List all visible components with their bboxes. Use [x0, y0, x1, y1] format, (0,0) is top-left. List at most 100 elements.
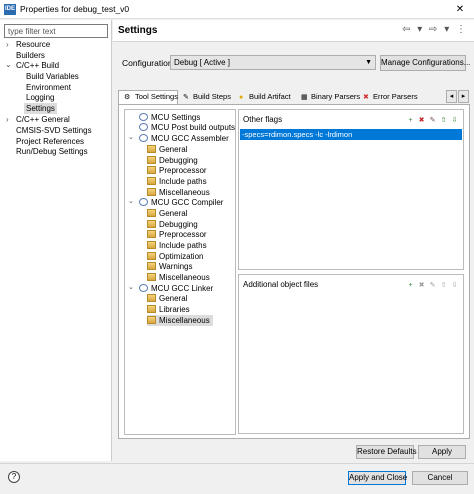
tree-label: Miscellaneous — [159, 188, 210, 197]
tree-item-cc-include-paths[interactable]: Include paths — [147, 240, 207, 251]
add-icon[interactable]: + — [406, 281, 415, 290]
tree-label: Debugging — [159, 156, 198, 165]
expand-general-icon[interactable]: › — [6, 114, 14, 125]
configuration-select[interactable]: Debug [ Active ] ▼ — [170, 55, 376, 70]
nav-item-cpp-general[interactable]: C/C++ General — [14, 114, 72, 125]
option-icon — [147, 156, 156, 164]
tab-tool-settings[interactable]: ⚙ Tool Settings — [118, 90, 178, 105]
tree-label: Include paths — [159, 177, 207, 186]
tree-item-cc-misc[interactable]: Miscellaneous — [147, 272, 210, 283]
nav-item-cpp-build[interactable]: C/C++ Build — [14, 60, 61, 71]
tree-label: Include paths — [159, 241, 207, 250]
build-steps-icon: ✎ — [183, 94, 189, 101]
option-icon — [147, 230, 156, 238]
tool-icon — [139, 198, 148, 206]
tree-label: Miscellaneous — [159, 273, 210, 282]
restore-defaults-button[interactable]: Restore Defaults — [356, 445, 417, 459]
tree-item-asm-include-paths[interactable]: Include paths — [147, 176, 207, 187]
other-flags-toolbar: + ✖ ✎ ⇧ ⇩ — [404, 114, 459, 124]
tree-label: MCU Post build outputs — [151, 123, 236, 132]
option-icon — [147, 294, 156, 302]
edit-icon[interactable]: ✎ — [428, 116, 437, 125]
tree-item-ld-misc[interactable]: Miscellaneous — [147, 315, 213, 326]
build-artifact-icon: ● — [239, 94, 244, 101]
tree-item-cc-general[interactable]: General — [147, 208, 187, 219]
filter-input[interactable] — [4, 24, 108, 38]
tree-item-asm-preprocessor[interactable]: Preprocessor — [147, 165, 207, 176]
nav-item-cmsis-svd[interactable]: CMSIS-SVD Settings — [14, 125, 94, 136]
additional-objects-panel: Additional object files + ✖ ✎ ⇧ ⇩ — [238, 274, 464, 434]
page-title: Settings — [118, 25, 158, 36]
tab-build-artifact[interactable]: ● Build Artifact — [236, 91, 296, 104]
tree-label: Optimization — [159, 252, 204, 261]
option-icon — [147, 145, 156, 153]
tree-label: Preprocessor — [159, 230, 207, 239]
nav-item-settings[interactable]: Settings — [24, 103, 57, 114]
help-icon[interactable]: ? — [8, 471, 20, 483]
cancel-button[interactable]: Cancel — [412, 471, 468, 485]
manage-configurations-button[interactable]: Manage Configurations... — [380, 55, 470, 71]
collapse-assembler-icon[interactable]: ⌄ — [128, 133, 134, 141]
tree-item-post-build[interactable]: MCU Post build outputs — [139, 122, 235, 133]
delete-icon[interactable]: ✖ — [417, 116, 426, 125]
option-icon — [147, 273, 156, 281]
tree-item-cc-preprocessor[interactable]: Preprocessor — [147, 229, 207, 240]
collapse-linker-icon[interactable]: ⌄ — [128, 283, 134, 291]
option-icon — [147, 241, 156, 249]
nav-item-logging[interactable]: Logging — [24, 92, 56, 103]
settings-icon — [139, 113, 148, 121]
tree-label: General — [159, 209, 188, 218]
option-icon — [147, 220, 156, 228]
history-nav-icon[interactable]: ⇦ ▾ ⇨ ▾ ⋮ — [402, 24, 468, 35]
tool-settings-tree: MCU Settings MCU Post build outputs ⌄ MC… — [124, 109, 236, 435]
tab-label: Build Artifact — [249, 92, 291, 101]
expand-resource-icon[interactable]: › — [6, 39, 14, 50]
tree-item-cc-warnings[interactable]: Warnings — [147, 261, 193, 272]
title-bar: IDE Properties for debug_test_v0 ✕ — [0, 0, 474, 19]
edit-icon[interactable]: ✎ — [428, 281, 437, 290]
option-icon — [147, 209, 156, 217]
tab-error-parsers[interactable]: ✖ Error Parsers — [360, 91, 418, 104]
collapse-build-icon[interactable]: ⌄ — [5, 59, 13, 70]
settings-header: Settings ⇦ ▾ ⇨ ▾ ⋮ — [113, 20, 474, 42]
tree-label: General — [159, 294, 188, 303]
tree-item-asm-general[interactable]: General — [147, 144, 187, 155]
tree-item-ld-general[interactable]: General — [147, 293, 187, 304]
nav-item-run-debug[interactable]: Run/Debug Settings — [14, 146, 90, 157]
tree-item-assembler[interactable]: MCU GCC Assembler — [139, 133, 229, 144]
tab-build-steps[interactable]: ✎ Build Steps — [180, 91, 234, 104]
tree-label: Warnings — [159, 262, 193, 271]
tab-scroll-left-button[interactable]: ◂ — [446, 90, 457, 103]
apply-and-close-button[interactable]: Apply and Close — [348, 471, 407, 485]
collapse-compiler-icon[interactable]: ⌄ — [128, 197, 134, 205]
tree-label: MCU Settings — [151, 113, 201, 122]
tree-label: Preprocessor — [159, 166, 207, 175]
tool-icon — [139, 134, 148, 142]
tree-item-ld-libraries[interactable]: Libraries — [147, 304, 190, 315]
option-icon — [147, 262, 156, 270]
tab-binary-parsers[interactable]: ▦ Binary Parsers — [298, 91, 361, 104]
move-down-icon[interactable]: ⇩ — [450, 281, 459, 290]
option-icon — [147, 252, 156, 260]
delete-icon[interactable]: ✖ — [417, 281, 426, 290]
add-icon[interactable]: + — [406, 116, 415, 125]
settings-icon — [139, 123, 148, 131]
option-icon — [147, 177, 156, 185]
tree-item-compiler[interactable]: MCU GCC Compiler — [139, 197, 223, 208]
apply-button[interactable]: Apply — [418, 445, 466, 459]
tab-scroll-right-button[interactable]: ▸ — [458, 90, 469, 103]
tab-label: Build Steps — [193, 92, 231, 101]
move-down-icon[interactable]: ⇩ — [450, 116, 459, 125]
close-window-button[interactable]: ✕ — [446, 0, 474, 19]
move-up-icon[interactable]: ⇧ — [439, 116, 448, 125]
option-icon — [147, 316, 156, 324]
tab-label: Binary Parsers — [311, 92, 361, 101]
move-up-icon[interactable]: ⇧ — [439, 281, 448, 290]
other-flags-item[interactable]: -specs=rdimon.specs -lc -lrdimon — [240, 129, 462, 140]
chevron-down-icon: ▼ — [365, 59, 372, 66]
nav-item-resource[interactable]: Resource — [14, 39, 52, 50]
tree-label: MCU GCC Assembler — [151, 134, 229, 143]
option-icon — [147, 188, 156, 196]
tree-label: Libraries — [159, 305, 190, 314]
nav-item-build-variables[interactable]: Build Variables — [24, 71, 81, 82]
